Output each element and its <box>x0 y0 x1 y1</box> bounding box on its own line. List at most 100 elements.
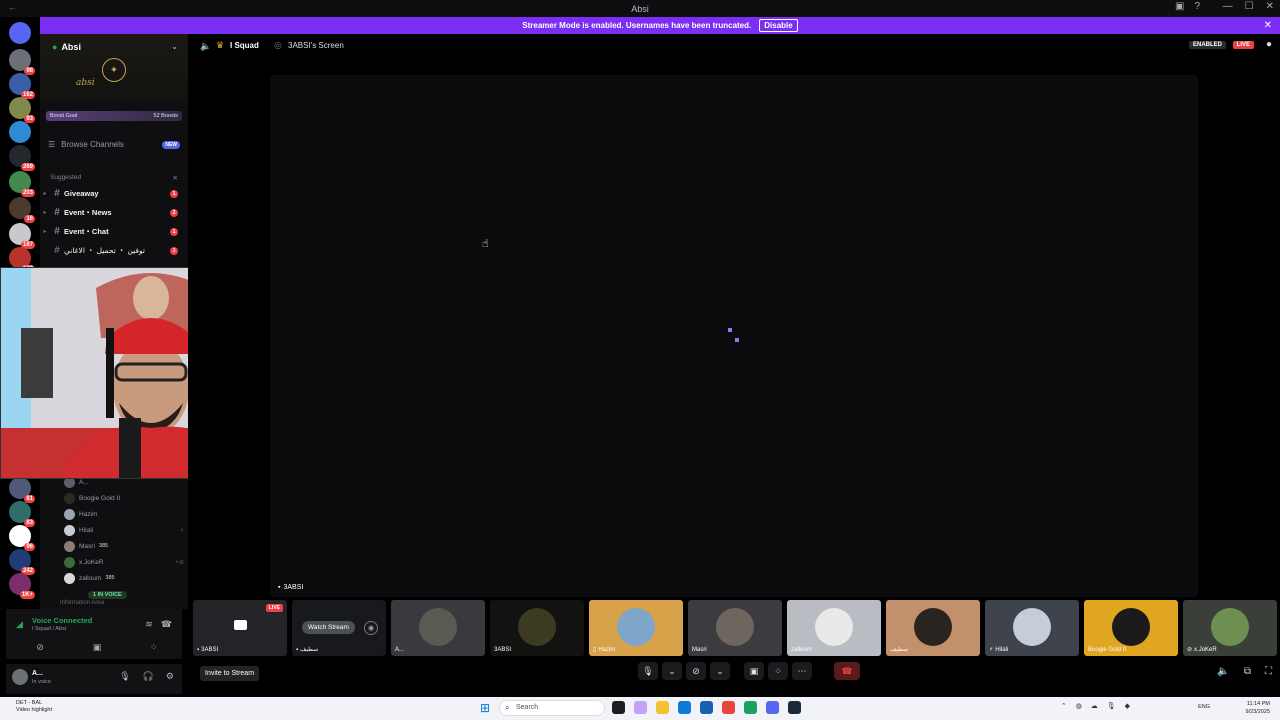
mic-tray-icon[interactable]: 🎙 <box>1107 702 1116 710</box>
app-icon[interactable] <box>744 701 757 714</box>
watch-stream-button[interactable]: Watch Stream <box>302 621 355 634</box>
browse-channels-icon: ☰ <box>48 140 56 149</box>
participant-tile[interactable]: سطيف <box>886 600 980 656</box>
chat-bubble-icon[interactable]: ● <box>1266 39 1272 50</box>
server-icon[interactable]: 98 <box>9 49 35 75</box>
noise-suppression-icon[interactable]: ≋ <box>145 619 153 630</box>
screen-share-button[interactable]: ▣ <box>744 662 764 680</box>
file-explorer-icon[interactable] <box>656 701 669 714</box>
home-discord-icon[interactable] <box>9 22 31 44</box>
task-view-icon[interactable] <box>612 701 625 714</box>
widget-news[interactable]: DET - BAL Video highlight <box>16 700 52 714</box>
camera-options-chevron-icon[interactable]: ⌄ <box>710 662 730 680</box>
avatar <box>64 572 75 584</box>
copilot-icon[interactable] <box>634 701 647 714</box>
disconnect-call-button[interactable]: ☎ <box>834 662 860 680</box>
participant-tile[interactable]: ⚡ Hilali <box>985 600 1079 656</box>
taskbar-search[interactable]: ⌕ Search <box>499 700 605 716</box>
invite-to-stream-button[interactable]: Invite to Stream <box>200 666 260 681</box>
disconnect-icon[interactable]: ☎ <box>161 619 172 630</box>
server-icon[interactable]: 203 <box>9 171 35 197</box>
maximize-button[interactable]: ☐ <box>1245 1 1254 12</box>
participant-tile[interactable]: 3ABSI <box>490 600 584 656</box>
screen-share-icon[interactable]: ▣ <box>93 642 102 653</box>
participant-tile[interactable]: zalloum <box>787 600 881 656</box>
participant-tile[interactable]: Masri <box>688 600 782 656</box>
more-options-icon[interactable]: ⋯ <box>792 662 812 680</box>
voice-location[interactable]: I Squad / Absi <box>32 626 66 632</box>
voice-member[interactable]: Boogie Gold II <box>64 490 184 506</box>
close-window-button[interactable]: ✕ <box>1266 1 1274 12</box>
network-icon[interactable]: ◍ <box>1076 702 1082 710</box>
participant-tile[interactable]: ⊘ x.JoKeR <box>1183 600 1277 656</box>
stream-stage[interactable]: ▪ 3ABSI <box>270 75 1198 597</box>
fullscreen-icon[interactable]: ⛶ <box>1265 666 1272 677</box>
voice-member[interactable]: Masri 385 <box>64 538 184 554</box>
headphones-icon[interactable]: 🎧 <box>143 671 154 682</box>
chevron-up-icon[interactable]: ⌃ <box>1061 702 1067 710</box>
streamer-mode-enabled-badge[interactable]: ENABLED <box>1188 41 1226 49</box>
camera-off-icon[interactable]: ⊘ <box>36 642 44 653</box>
server-icon[interactable]: 242 <box>9 549 35 575</box>
microphone-icon[interactable]: 🎙 <box>119 671 130 682</box>
participant-tile[interactable]: Boogie Gold II <box>1084 600 1178 656</box>
taskbar-clock[interactable]: 11:14 PM 9/23/2025 <box>1246 700 1270 716</box>
channel-giveaway[interactable]: ▸ # Giveaway 1 <box>40 185 188 202</box>
inbox-icon[interactable]: ▣ <box>1175 1 1184 12</box>
user-avatar[interactable] <box>12 669 28 685</box>
server-icon[interactable]: 162 <box>9 73 35 99</box>
voice-member[interactable]: x.JoKeR ⚡⊘ <box>64 554 184 570</box>
participant-tile-live[interactable]: LIVE ▪ 3ABSI <box>193 600 287 656</box>
server-icon[interactable]: 93 <box>9 97 35 123</box>
store-icon[interactable] <box>700 701 713 714</box>
settings-gear-icon[interactable]: ⚙ <box>166 671 174 682</box>
server-icon[interactable]: 96 <box>9 525 35 551</box>
server-icon[interactable] <box>9 121 31 143</box>
server-icon[interactable]: 269 <box>9 145 35 171</box>
participant-tile[interactable]: ▯ Hazim <box>589 600 683 656</box>
mic-options-chevron-icon[interactable]: ⌄ <box>662 662 682 680</box>
channel-songs[interactable]: # توفين ・ تحميل ・ الاغاني 3 <box>40 242 188 259</box>
activities-button[interactable]: ⁘ <box>768 662 788 680</box>
participant-tile[interactable]: A... <box>391 600 485 656</box>
preview-icon[interactable]: ◉ <box>364 621 378 635</box>
server-icon[interactable]: 109 <box>9 247 35 273</box>
voice-member[interactable]: Hazim <box>64 506 184 522</box>
camera-button[interactable]: ⊘ <box>686 662 706 680</box>
language-indicator[interactable]: ENG <box>1198 704 1210 710</box>
chrome-icon[interactable] <box>722 701 735 714</box>
server-icon[interactable]: 187 <box>9 223 35 249</box>
browse-channels[interactable]: ☰ Browse Channels NEW <box>48 140 180 149</box>
cloud-icon[interactable]: ☁ <box>1091 702 1098 710</box>
dismiss-suggested-icon[interactable]: ✕ <box>173 174 178 182</box>
server-icon[interactable]: 83 <box>9 501 35 527</box>
info-area-category[interactable]: Information Area <box>60 600 104 606</box>
guild-header[interactable]: ● Absi ⌄ ✦ absi <box>40 34 188 100</box>
pop-out-icon[interactable]: ⧉ <box>1244 666 1251 677</box>
channel-event-news[interactable]: ▸ # Event・News 2 <box>40 204 188 221</box>
volume-icon[interactable]: 🔈 <box>1217 666 1229 677</box>
signal-icon[interactable]: ◢ <box>16 619 23 630</box>
voice-member[interactable]: zalloum 385 <box>64 570 184 586</box>
close-banner-icon[interactable]: ✕ <box>1264 20 1272 31</box>
boost-goal-bar[interactable]: Boost Goal 52 Boosts <box>46 111 182 121</box>
participant-tile-watch[interactable]: Watch Stream ◉ ▪ سطيف <box>292 600 386 656</box>
shield-icon[interactable]: ◆ <box>1125 702 1130 710</box>
steam-icon[interactable] <box>788 701 801 714</box>
voice-member[interactable]: Hilali ⚡ <box>64 522 184 538</box>
participant-strip: LIVE ▪ 3ABSI Watch Stream ◉ ▪ سطيف A... 3A… <box>193 600 1277 656</box>
windows-start-icon[interactable]: ⊞ <box>480 702 492 714</box>
server-icon[interactable]: 16 <box>9 197 35 223</box>
server-icon[interactable]: 1K+ <box>9 573 35 599</box>
server-icon[interactable]: 81 <box>9 477 35 503</box>
minimize-button[interactable]: — <box>1223 1 1233 12</box>
discord-taskbar-icon[interactable] <box>766 701 779 714</box>
muted-icon: ▯ <box>593 647 597 653</box>
chevron-down-icon[interactable]: ⌄ <box>171 42 178 51</box>
activities-icon[interactable]: ⁘ <box>150 642 158 653</box>
help-icon[interactable]: ? <box>1194 1 1200 12</box>
edge-icon[interactable] <box>678 701 691 714</box>
microphone-button[interactable]: 🎙 <box>638 662 658 680</box>
disable-streamer-mode-button[interactable]: Disable <box>759 19 798 32</box>
channel-event-chat[interactable]: ▸ # Event・Chat 1 <box>40 223 188 240</box>
